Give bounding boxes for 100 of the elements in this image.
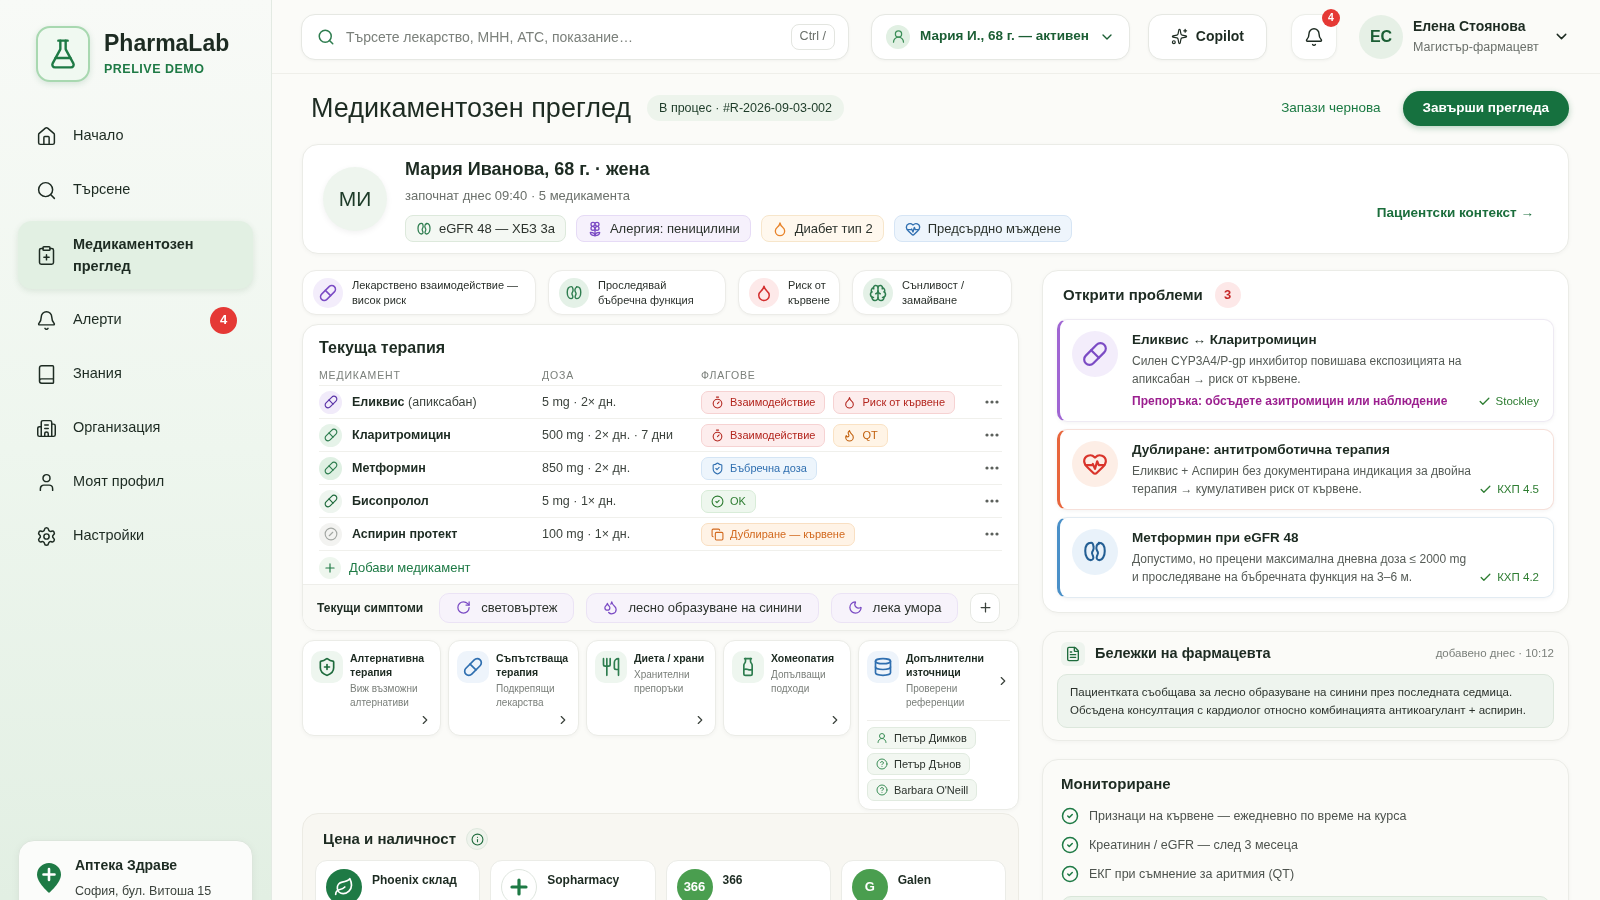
flag-label: Взаимодействие [730, 427, 816, 443]
category-title: Хомеопатия [771, 651, 836, 665]
shield-plus-icon [311, 651, 343, 683]
medication-name: Бисопролол [352, 492, 429, 510]
kidney-icon [416, 220, 432, 237]
patient-selector[interactable]: Мария И., 68 г. — активен [871, 13, 1130, 60]
issue-title: Метформин при eGFR 48 [1132, 529, 1300, 547]
save-draft-link[interactable]: Запази чернова [1281, 97, 1381, 119]
category-card[interactable]: Допълнителни източници Проверени референции Петър Димков Петър Дънов Barbara O'Neill [858, 640, 1019, 810]
database-icon [867, 651, 899, 683]
check-circle-icon [1061, 836, 1079, 854]
page-title: Медикаментозен преглед [311, 92, 632, 125]
copilot-button[interactable]: Copilot [1147, 13, 1267, 60]
column-header: ДОЗА [542, 368, 574, 384]
supplier-card[interactable]: 366 366 [665, 860, 831, 900]
book-icon [36, 363, 57, 385]
category-title: Алтернативна терапия [350, 651, 426, 679]
ellipsis-icon [985, 400, 999, 404]
check-circle-icon [1061, 807, 1079, 825]
pill-icon [319, 423, 342, 447]
symptom-chip[interactable]: лека умора [830, 592, 959, 623]
category-title: Съпътстваща терапия [496, 651, 570, 679]
section-title: Открити проблеми [1063, 284, 1203, 305]
source-chip[interactable]: Barbara O'Neill [867, 779, 978, 801]
patient-name: Мария Иванова, 68 г. · жена [405, 157, 651, 181]
tag-label: Предсърдно мъждене [927, 220, 1061, 238]
issue-description: Силен CYP3A4/P-gp инхибитор повишава експозицията на апиксабан → риск от кървене. [1132, 353, 1463, 388]
info-icon[interactable] [466, 828, 488, 850]
check-circle-icon [1061, 865, 1079, 883]
note-text: Пациентката съобщава за лесно образуване на синини през последната седмица. Обсъдена консултация с кардиолог относно комбинацията антикоагулант + аспирин. [1057, 674, 1554, 728]
flag-label: Риск от кървене [862, 394, 946, 410]
nav-item[interactable]: Знания [18, 347, 253, 401]
medication-name: Еликвис (апиксабан) [352, 393, 477, 411]
nav-item[interactable]: Алерти 4 [18, 293, 253, 347]
user-icon [886, 24, 910, 49]
map-pin-icon [37, 863, 61, 893]
category-card[interactable]: Хомеопатия Допълващи подходи [723, 640, 851, 736]
plus-icon [319, 556, 341, 579]
source-label: КХП 4.2 [1497, 569, 1539, 585]
source-chip[interactable]: Петър Димков [867, 727, 976, 749]
issue-count-badge: 3 [1214, 282, 1241, 308]
alert-label: Проследявай бъбречна функция [598, 277, 695, 308]
category-subtitle: Допълващи подходи [771, 668, 827, 696]
medication-name: Аспирин протект [352, 525, 458, 543]
dose-text: 850 mg · 2× дн. [542, 459, 631, 477]
help-circle-icon [876, 784, 888, 796]
category-card[interactable]: Алтернативна терапия Виж възможни алтернативи [302, 640, 441, 736]
nav-item[interactable]: Организация [18, 401, 253, 455]
nav-item[interactable]: Начало [18, 109, 253, 163]
dose-text: 5 mg · 1× дн. [542, 492, 617, 510]
tag-label: Алергия: пеницилини [609, 220, 740, 238]
nav-item[interactable]: Медикаментозен преглед [18, 221, 253, 289]
flag-label: Дублиране — кървене [730, 526, 846, 542]
category-card[interactable]: Диета / храни Хранителни препоръки [586, 640, 716, 736]
droplet-icon [749, 277, 779, 308]
check-circle-icon [711, 494, 724, 508]
supplier-name: Sopharmacy [547, 872, 620, 889]
supplier-card[interactable]: G Galen [840, 860, 1006, 900]
symptom-chip[interactable]: световъртеж [439, 592, 575, 623]
nav-item[interactable]: Моят профил [18, 455, 253, 509]
pill-icon [457, 651, 489, 683]
source-chip[interactable]: Петър Дънов [867, 753, 971, 775]
issue-title: Дублиране: антитромботична терапия [1132, 441, 1391, 459]
pharmacy-address: София, бул. Витоша 15 [75, 883, 212, 900]
alert-label: Риск от кървене [788, 277, 830, 308]
issue-description: Еликвис + Аспирин без документирана индикация за двойна терапия → кумулативен риск от кървене. [1132, 463, 1472, 498]
tag-label: eGFR 48 — ХБЗ 3а [439, 220, 555, 238]
supplier-name: 366 [722, 872, 743, 889]
patient-context-link[interactable]: Пациентски контекст → [1376, 202, 1534, 223]
nav-item[interactable]: Настройки [18, 509, 253, 563]
app-tagline: PRELIVE DEMO [104, 61, 206, 79]
finish-review-button[interactable]: Завърши прегледа [1402, 90, 1569, 126]
heart-pulse-icon [904, 220, 921, 237]
issue-description: Допустимо, но прецени максимална дневна доза ≤ 2000 mg и проследяване на бъбречната функция на 3–6 м. [1132, 551, 1468, 586]
heart-pulse-icon [1072, 441, 1118, 487]
ellipsis-icon [985, 433, 999, 437]
alert-label: Сънливост / замайване [902, 277, 965, 308]
patient-meta: започнат днес 09:40 · 5 медикамента [405, 186, 631, 205]
supplier-card[interactable]: Sopharmacy [490, 860, 656, 900]
supplier-logo: G [851, 869, 888, 900]
flag-label: OK [730, 493, 746, 509]
notification-badge: 4 [1322, 8, 1340, 27]
cross-icon [501, 869, 538, 900]
flask-icon [36, 26, 90, 82]
ellipsis-icon [985, 466, 999, 470]
nav-item[interactable]: Търсене [18, 163, 253, 217]
pharmacy-name: Аптека Здраве [75, 856, 179, 875]
flag-label: Взаимодействие [730, 394, 816, 410]
section-title: Мониториране [1061, 774, 1172, 794]
kidney-icon [559, 277, 589, 308]
bell-icon [36, 309, 57, 331]
supplier-logo: 366 [676, 869, 713, 900]
bottle-icon [732, 651, 764, 683]
category-card[interactable]: Съпътстваща терапия Подкрепящи лекарства [448, 640, 579, 736]
add-medication-button[interactable]: Добави медикамент [319, 556, 471, 579]
supplier-card[interactable]: Phoenix склад [315, 860, 481, 900]
category-subtitle: Подкрепящи лекарства [496, 682, 556, 710]
count-badge: 4 [210, 306, 237, 334]
column-header: МЕДИКАМЕНТ [319, 368, 401, 384]
symptom-chip[interactable]: лесно образуване на синини [586, 592, 819, 623]
